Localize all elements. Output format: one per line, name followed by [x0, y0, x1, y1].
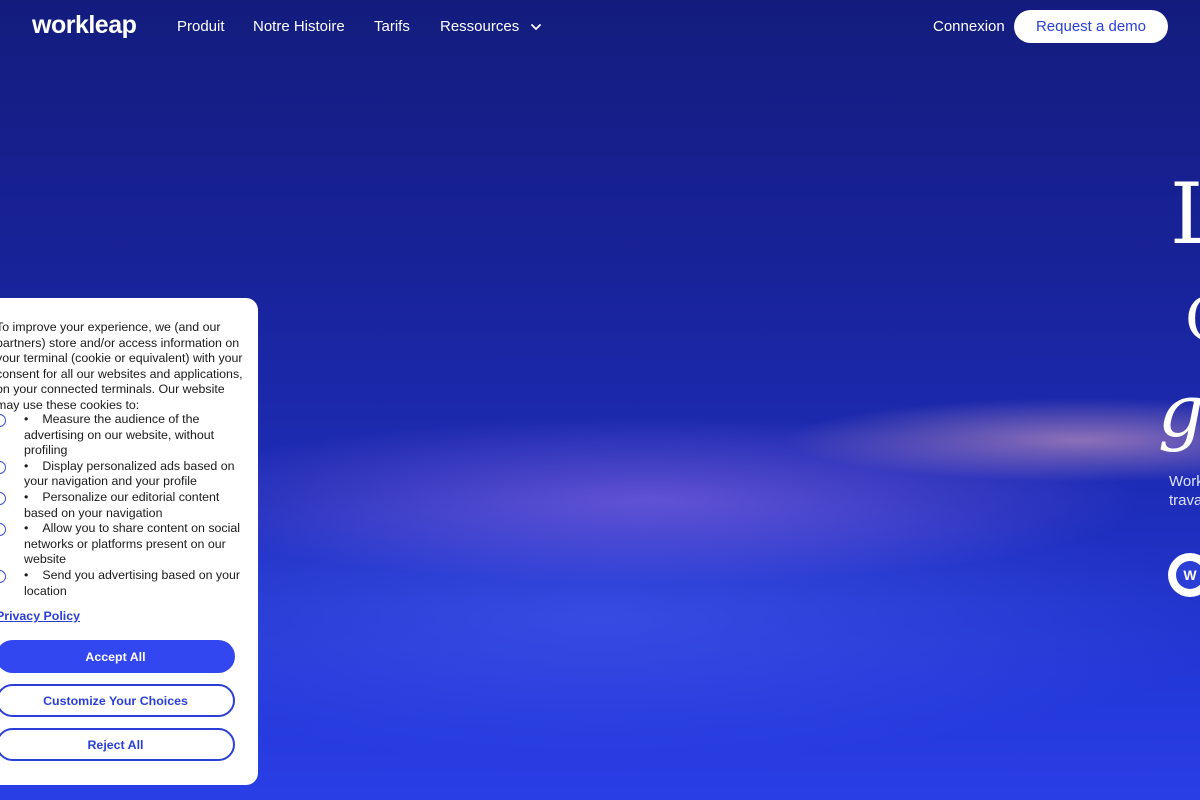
list-item: • Send you advertising based on your loca… [0, 568, 246, 599]
list-item: • Allow you to share content on social ne… [0, 521, 246, 568]
reject-all-button[interactable]: Reject All [0, 728, 235, 761]
customize-choices-button[interactable]: Customize Your Choices [0, 684, 235, 717]
hero-subtitle: Work trava [1169, 472, 1200, 510]
workleap-badge-icon: W [1176, 561, 1200, 589]
nav-tarifs[interactable]: Tarifs [374, 18, 410, 35]
nav-produit[interactable]: Produit [177, 18, 225, 35]
accept-all-button[interactable]: Accept All [0, 640, 235, 673]
cookie-purpose-text: Measure the audience of the advertising … [24, 412, 215, 458]
cookie-purpose-text: Allow you to share content on social net… [24, 521, 241, 567]
nav-ressources-label: Ressources [440, 18, 520, 35]
request-demo-button[interactable]: Request a demo [1014, 10, 1168, 43]
cookie-purpose-text: Personalize our editorial content based … [24, 489, 220, 520]
chevron-down-icon [531, 23, 542, 30]
login-link[interactable]: Connexion [933, 18, 1005, 35]
cookie-purpose-text: Send you advertising based on your locat… [24, 567, 241, 598]
cookie-purpose-text: Display personalized ads based on your n… [24, 458, 235, 489]
cookie-consent-banner: To improve your experience, we (and our … [0, 298, 258, 785]
privacy-policy-link[interactable]: Privacy Policy [0, 609, 80, 623]
hero-title-fragment-2: C [1185, 290, 1200, 350]
check-circle-icon [0, 523, 6, 537]
check-circle-icon [0, 491, 6, 505]
check-circle-icon [0, 414, 6, 427]
cookie-purpose-list: • Measure the audience of the advertising… [0, 412, 246, 599]
hero-subtitle-line: Work [1169, 473, 1200, 490]
nav-ressources[interactable]: Ressources [440, 18, 542, 35]
top-navigation: workleap Produit Notre Histoire Tarifs R… [0, 0, 1200, 54]
list-item: • Measure the audience of the advertising… [0, 412, 246, 459]
cookie-intro-text: To improve your experience, we (and our … [0, 320, 243, 412]
hero-title-fragment-1: L [1170, 165, 1200, 263]
list-item: • Display personalized ads based on your … [0, 459, 246, 490]
check-circle-icon [0, 569, 6, 583]
list-item: • Personalize our editorial content based… [0, 490, 246, 521]
hero-title-fragment-3: g [1158, 369, 1200, 453]
hero-subtitle-line: trava [1169, 492, 1200, 509]
check-circle-icon [0, 460, 6, 474]
nav-notre-histoire[interactable]: Notre Histoire [253, 18, 345, 35]
workleap-logo[interactable]: workleap [32, 11, 137, 40]
